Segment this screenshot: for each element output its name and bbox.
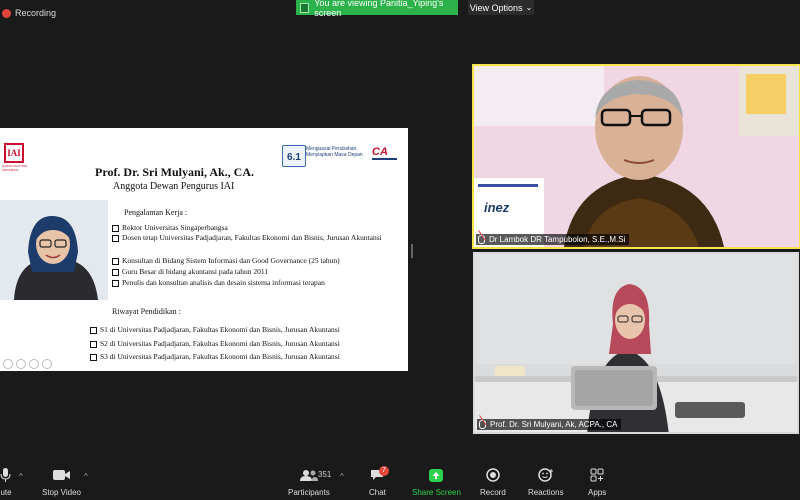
microphone-icon bbox=[0, 468, 12, 482]
record-icon bbox=[486, 468, 500, 482]
muted-mic-icon bbox=[478, 235, 485, 244]
reactions-smiley-icon bbox=[538, 468, 554, 482]
slide-control-icon[interactable] bbox=[16, 359, 26, 369]
slide-control-icon[interactable] bbox=[3, 359, 13, 369]
view-options-button[interactable]: View Options ⌄ bbox=[468, 0, 534, 15]
video-camera-icon bbox=[52, 468, 71, 482]
share-screen-button[interactable]: Share Screen bbox=[412, 468, 461, 497]
experience-item: Dosen tetap Universitas Padjadjaran, Fak… bbox=[112, 233, 402, 242]
muted-mic-icon bbox=[479, 420, 486, 429]
video-options-caret[interactable]: ^ bbox=[84, 472, 88, 481]
experience-heading: Pengalaman Kerja : bbox=[124, 208, 188, 217]
slide-control-icon[interactable] bbox=[29, 359, 39, 369]
slide-control-icon[interactable] bbox=[42, 359, 52, 369]
recording-label: Recording bbox=[15, 8, 57, 18]
viewing-banner-text: You are viewing Panitia_Yiping's screen bbox=[314, 0, 444, 18]
slide-subtitle: Anggota Dewan Pengurus IAI bbox=[113, 181, 235, 192]
recording-indicator[interactable]: Recording bbox=[0, 6, 56, 20]
ca-logo-underline bbox=[372, 158, 397, 160]
anniversary-badge: 6.1 bbox=[282, 145, 306, 167]
screen-share-icon bbox=[300, 2, 310, 13]
mute-options-caret[interactable]: ^ bbox=[19, 472, 23, 481]
view-options-label: View Options bbox=[469, 2, 523, 13]
participants-label: Participants bbox=[288, 488, 330, 497]
reactions-button[interactable]: Reactions bbox=[528, 468, 564, 497]
participants-count: 351 bbox=[318, 470, 332, 479]
apps-icon bbox=[590, 468, 604, 482]
video-tile[interactable]: Prof. Dr. Sri Mulyani, Ak, ACPA., CA bbox=[473, 252, 799, 434]
share-screen-icon bbox=[429, 468, 444, 482]
education-item: S2 di Universitas Padjadjaran, Fakultas … bbox=[90, 339, 400, 348]
slide-controls[interactable] bbox=[3, 359, 52, 369]
participants-icon bbox=[299, 468, 318, 482]
education-item: S3 di Universitas Padjadjaran, Fakultas … bbox=[90, 352, 400, 361]
stop-video-label: Stop Video bbox=[42, 488, 81, 497]
experience-item: Konsultan di Bidang Sistem Informasi dan… bbox=[112, 256, 402, 265]
meeting-toolbar bbox=[0, 460, 800, 500]
iai-logo: IAI bbox=[4, 143, 24, 163]
apps-button[interactable]: Apps bbox=[588, 468, 606, 497]
participant-name-label: Dr Lambok DR Tampubolon, S.E.,M.Si bbox=[476, 234, 630, 245]
record-label: Record bbox=[480, 488, 506, 497]
record-dot-icon bbox=[2, 8, 11, 18]
ca-logo: CA bbox=[372, 146, 388, 158]
experience-item: Penulis dan konsultan analisis dan desai… bbox=[112, 278, 402, 287]
chevron-down-icon: ⌄ bbox=[525, 3, 533, 12]
iai-logo-caption: IKATAN AKUNTAN INDONESIA bbox=[2, 164, 28, 172]
participant-name-label: Prof. Dr. Sri Mulyani, Ak, ACPA., CA bbox=[477, 419, 622, 430]
badge-tagline: Menguasai Perubahan, Menyiapkan Masa Dep… bbox=[306, 146, 363, 158]
chat-label: Chat bbox=[369, 488, 386, 497]
reactions-label: Reactions bbox=[528, 488, 564, 497]
chat-unread-badge: 7 bbox=[379, 466, 389, 476]
sponsor-sign: inez bbox=[484, 200, 510, 215]
mute-label: ute bbox=[0, 488, 12, 497]
experience-item: Guru Besar di bidang akuntansi pada tahu… bbox=[112, 267, 402, 276]
participants-options-caret[interactable]: ^ bbox=[340, 472, 344, 481]
experience-item: Rektor Universitas Singaperbangsa bbox=[112, 223, 402, 232]
video-tile-active-speaker[interactable]: inez Dr Lambok DR Tampubolon, S.E.,M.Si bbox=[472, 64, 800, 249]
education-heading: Riwayat Pendidikan : bbox=[112, 307, 181, 316]
panel-splitter[interactable] bbox=[411, 244, 413, 258]
viewing-banner: You are viewing Panitia_Yiping's screen bbox=[296, 0, 458, 18]
participant-name: Prof. Dr. Sri Mulyani, Ak, ACPA., CA bbox=[490, 420, 618, 429]
apps-label: Apps bbox=[588, 488, 607, 497]
participant-name: Dr Lambok DR Tampubolon, S.E.,M.Si bbox=[489, 235, 626, 244]
share-screen-label: Share Screen bbox=[412, 488, 461, 497]
stop-video-button[interactable]: Stop Video bbox=[42, 468, 81, 497]
speaker-photo bbox=[0, 200, 108, 300]
education-item: S1 di Universitas Padjadjaran, Fakultas … bbox=[90, 325, 400, 334]
slide-title: Prof. Dr. Sri Mulyani, Ak., CA. bbox=[95, 165, 255, 179]
record-button[interactable]: Record bbox=[480, 468, 506, 497]
mute-button[interactable]: ute bbox=[0, 468, 12, 497]
